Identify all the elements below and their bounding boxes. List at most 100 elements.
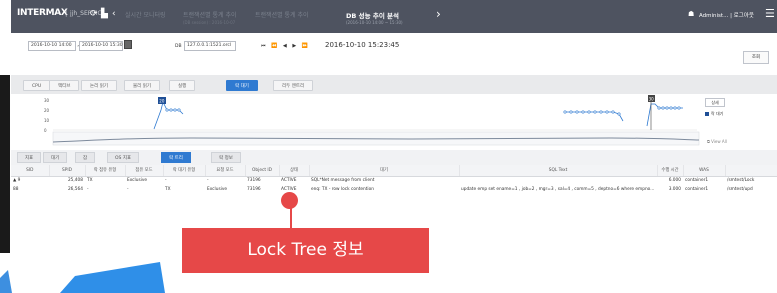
cell-sql-text: update emp set ename=1 , job=2 , mgr=3 ,… bbox=[461, 187, 655, 192]
table-row[interactable]: 88 26,564 - - TX Exclusive 73196 ACTIVE … bbox=[11, 185, 777, 194]
view-all-label: View All bbox=[711, 139, 727, 144]
tab-logical-reads[interactable]: 논리 읽기 bbox=[81, 80, 117, 91]
breadcrumb-item-3[interactable]: 트랜잭션별 통계 추이 bbox=[255, 10, 309, 19]
tab-cpu[interactable]: CPU bbox=[23, 80, 51, 91]
tab-physical-reads[interactable]: 물리 읽기 bbox=[124, 80, 160, 91]
tab-os-metrics[interactable]: OS 지표 bbox=[107, 152, 140, 163]
y-tick: 30 bbox=[44, 98, 50, 103]
series-2-points bbox=[563, 110, 621, 116]
breadcrumb-item-2[interactable]: 트랜잭션별 통계 추이 bbox=[183, 10, 237, 19]
column-header[interactable]: 수행 시간 bbox=[657, 165, 684, 177]
cell-was: container1 bbox=[685, 187, 709, 192]
tab-metrics[interactable]: 지표 bbox=[17, 152, 42, 163]
db-label: DB bbox=[175, 44, 182, 49]
breadcrumb-item-1[interactable]: 실시간 모니터링 bbox=[125, 10, 166, 19]
column-header[interactable]: 요청 모드 bbox=[205, 165, 246, 177]
forward-chevron-icon[interactable]: › bbox=[436, 7, 441, 21]
cell-sid: ▲ 9 bbox=[13, 178, 21, 184]
callout-pointer-line bbox=[290, 203, 292, 229]
tab-latch[interactable]: 잠 bbox=[75, 152, 96, 163]
cell-wait-type: - bbox=[165, 178, 167, 184]
to-time-input[interactable]: 2016-10-10 15:30 bbox=[79, 41, 123, 51]
cell-wait: enq: TX - row lock contention bbox=[311, 187, 374, 192]
marker-label: 20 bbox=[159, 99, 165, 104]
lock-tree-callout: Lock Tree 정보 bbox=[182, 228, 429, 273]
cell-elapsed: 6.000 bbox=[668, 178, 681, 184]
legend-item[interactable]: 락 대기 bbox=[705, 111, 723, 117]
legend-label: 락 대기 bbox=[711, 111, 724, 116]
y-tick: 10 bbox=[44, 118, 50, 123]
cell-txn: /smtest/Lock bbox=[727, 178, 755, 184]
table-row[interactable]: ▲ 9 25,408 TX Exclusive - - 73196 ACTIVE… bbox=[11, 176, 777, 185]
legend-detail-button[interactable]: 상세 bbox=[705, 98, 725, 107]
column-header[interactable]: WAS bbox=[683, 165, 726, 177]
column-header[interactable]: SQL Text bbox=[459, 165, 658, 177]
tab-wait[interactable]: 대기 bbox=[43, 152, 68, 163]
y-tick: 20 bbox=[44, 108, 50, 113]
decorative-blue-shape bbox=[0, 262, 165, 293]
cell-sid: 88 bbox=[13, 187, 19, 192]
cell-hold-mode: - bbox=[127, 187, 129, 192]
cell-request-mode: Exclusive bbox=[207, 187, 228, 192]
table-header-row: SID SPID 락 점유 유형 점유 모드 락 대기 유형 요청 모드 Obj… bbox=[11, 165, 777, 177]
db-select[interactable]: 127.0.0.1:1521.orcl bbox=[184, 41, 236, 51]
column-header[interactable]: SID bbox=[11, 165, 50, 177]
cell-hold-type: TX bbox=[87, 178, 93, 184]
hamburger-menu-icon[interactable]: ☰ bbox=[765, 7, 775, 20]
cell-request-mode: - bbox=[207, 178, 209, 184]
column-header[interactable]: 상태 bbox=[279, 165, 310, 177]
cell-object-id: 73196 bbox=[247, 187, 261, 192]
cell-spid: 26,564 bbox=[67, 187, 83, 192]
refresh-icon[interactable]: ⟳ bbox=[90, 9, 98, 19]
cell-hold-type: - bbox=[87, 187, 89, 192]
tab-lock-info[interactable]: 락 정보 bbox=[211, 152, 241, 163]
column-header[interactable] bbox=[725, 165, 777, 177]
cell-hold-mode: Exclusive bbox=[127, 178, 148, 184]
lock-series-1 bbox=[153, 100, 184, 130]
cell-was: container1 bbox=[685, 178, 709, 184]
tab-lock-wait[interactable]: 락 대기 bbox=[226, 80, 258, 91]
current-timestamp: 2016-10-10 15:23:45 bbox=[325, 41, 400, 49]
tab-active[interactable]: 액티브 bbox=[49, 80, 80, 91]
filter-bar: 2016-10-10 14:00 ~ 2016-10-10 15:30 DB 1… bbox=[11, 33, 777, 75]
cell-sql-text bbox=[459, 176, 657, 185]
tab-execute[interactable]: 실행 bbox=[169, 80, 196, 91]
back-chevron-icon[interactable]: ‹ bbox=[112, 9, 116, 19]
tab-lock-tree[interactable]: 락 트리 bbox=[161, 152, 191, 163]
chart-svg[interactable]: 30 20 10 0 20 30 bbox=[11, 94, 701, 150]
column-header[interactable]: 점유 모드 bbox=[125, 165, 164, 177]
breadcrumb-sub-2: (DB session) : 2016-10-07 bbox=[183, 20, 236, 25]
cell-txn: /smtest/upd bbox=[727, 187, 753, 192]
cell-elapsed: 3.000 bbox=[668, 187, 681, 192]
bookmark-icon[interactable]: ▙ bbox=[101, 9, 108, 19]
column-header[interactable]: 락 대기 유형 bbox=[163, 165, 206, 177]
user-menu[interactable]: Administ... | 로그아웃 bbox=[699, 11, 754, 19]
breadcrumb-sub-active: (2016-10-10 14:00 ~ 15:30) bbox=[346, 20, 403, 25]
column-header[interactable]: Object ID bbox=[245, 165, 280, 177]
cell-wait-type: TX bbox=[165, 187, 171, 192]
column-header[interactable]: SPID bbox=[49, 165, 86, 177]
lock-series-2 bbox=[565, 111, 624, 122]
lock-wait-chart: 30 20 10 0 20 30 상세 락 대기 ⧉ View All bbox=[11, 94, 777, 150]
app-logo: INTERMAX bbox=[17, 8, 68, 18]
metric-tabs: CPU 액티브 논리 읽기 물리 읽기 실행 락 대기 리두 엔트리 bbox=[11, 75, 777, 94]
cell-wait: SQL*Net message from client bbox=[311, 178, 375, 184]
legend-swatch bbox=[705, 112, 709, 116]
cell-spid: 25,408 bbox=[67, 178, 83, 184]
column-header[interactable]: 락 점유 유형 bbox=[85, 165, 126, 177]
marker-label: 30 bbox=[649, 96, 655, 101]
breadcrumb-item-active[interactable]: DB 성능 추이 분석 bbox=[346, 10, 399, 20]
calendar-icon[interactable] bbox=[124, 40, 132, 49]
y-tick: 0 bbox=[44, 128, 47, 133]
column-header[interactable]: 대기 bbox=[309, 165, 460, 177]
from-time-input[interactable]: 2016-10-10 14:00 bbox=[28, 41, 76, 51]
search-button[interactable]: 조회 bbox=[743, 51, 769, 64]
detail-tabs: 지표 대기 잠 OS 지표 락 트리 락 정보 bbox=[11, 150, 777, 165]
time-nav-buttons[interactable]: ⏮ ⏪ ◀ ▶ ⏩ bbox=[261, 43, 310, 49]
cell-status: ACTIVE bbox=[281, 178, 297, 184]
logo-separator: | bbox=[65, 9, 68, 17]
lock-series-3 bbox=[646, 103, 683, 127]
tab-redo-entries[interactable]: 리두 엔트리 bbox=[273, 80, 314, 91]
cell-object-id: 73196 bbox=[247, 178, 261, 184]
view-all-link[interactable]: ⧉ View All bbox=[707, 139, 727, 144]
